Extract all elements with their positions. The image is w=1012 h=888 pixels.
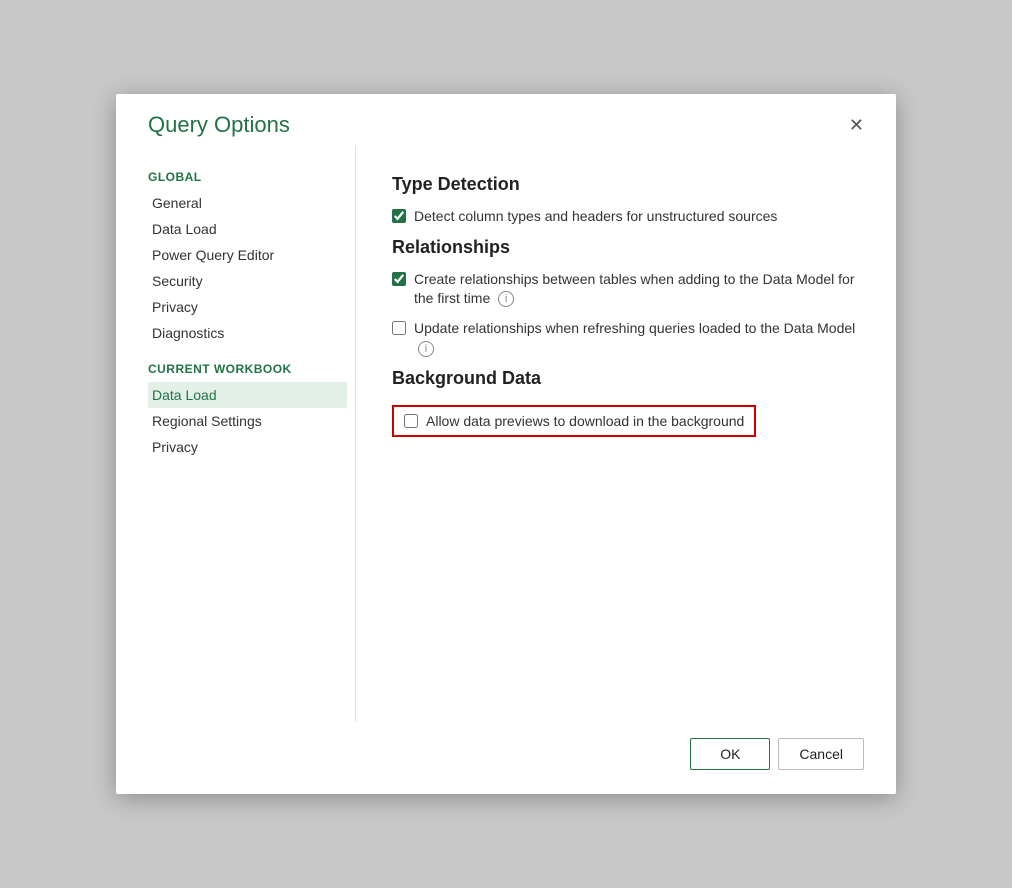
relationships-info-icon1: i <box>498 291 514 307</box>
sidebar-current-label: CURRENT WORKBOOK <box>148 362 355 376</box>
sidebar-item-diagnostics[interactable]: Diagnostics <box>148 320 347 346</box>
sidebar-global-label: GLOBAL <box>148 170 355 184</box>
background-data-heading: Background Data <box>392 368 860 389</box>
sidebar-item-regional-settings[interactable]: Regional Settings <box>148 408 347 434</box>
main-content: Type Detection Detect column types and h… <box>356 146 896 722</box>
relationships-checkbox2[interactable] <box>392 321 406 335</box>
dialog-footer: OK Cancel <box>116 722 896 794</box>
type-detection-checkbox[interactable] <box>392 209 406 223</box>
sidebar-item-general[interactable]: General <box>148 190 347 216</box>
relationships-checkbox2-row: Update relationships when refreshing que… <box>392 319 860 358</box>
dialog-header: Query Options ✕ <box>116 94 896 146</box>
cancel-button[interactable]: Cancel <box>778 738 864 770</box>
sidebar-item-security[interactable]: Security <box>148 268 347 294</box>
type-detection-label: Detect column types and headers for unst… <box>414 207 777 227</box>
relationships-checkbox1-row: Create relationships between tables when… <box>392 270 860 309</box>
sidebar-item-power-query-editor[interactable]: Power Query Editor <box>148 242 347 268</box>
sidebar-item-privacy-current[interactable]: Privacy <box>148 434 347 460</box>
type-detection-checkbox-row: Detect column types and headers for unst… <box>392 207 860 227</box>
dialog-body: GLOBAL General Data Load Power Query Edi… <box>116 146 896 722</box>
dialog-title: Query Options <box>148 112 290 138</box>
relationships-checkbox1[interactable] <box>392 272 406 286</box>
query-options-dialog: Query Options ✕ GLOBAL General Data Load… <box>116 94 896 794</box>
close-button[interactable]: ✕ <box>841 112 872 138</box>
sidebar-item-privacy-global[interactable]: Privacy <box>148 294 347 320</box>
background-data-highlighted-row: Allow data previews to download in the b… <box>392 405 756 437</box>
relationships-section: Relationships Create relationships betwe… <box>392 237 860 358</box>
sidebar-item-data-load-global[interactable]: Data Load <box>148 216 347 242</box>
relationships-label2: Update relationships when refreshing que… <box>414 319 860 358</box>
background-data-checkbox[interactable] <box>404 414 418 428</box>
relationships-label1: Create relationships between tables when… <box>414 270 860 309</box>
type-detection-heading: Type Detection <box>392 174 860 195</box>
background-data-section: Background Data Allow data previews to d… <box>392 368 860 437</box>
background-data-label: Allow data previews to download in the b… <box>426 413 744 429</box>
sidebar: GLOBAL General Data Load Power Query Edi… <box>116 146 356 722</box>
type-detection-section: Type Detection Detect column types and h… <box>392 174 860 227</box>
ok-button[interactable]: OK <box>690 738 770 770</box>
relationships-heading: Relationships <box>392 237 860 258</box>
relationships-info-icon2: i <box>418 341 434 357</box>
sidebar-item-data-load-current[interactable]: Data Load <box>148 382 347 408</box>
